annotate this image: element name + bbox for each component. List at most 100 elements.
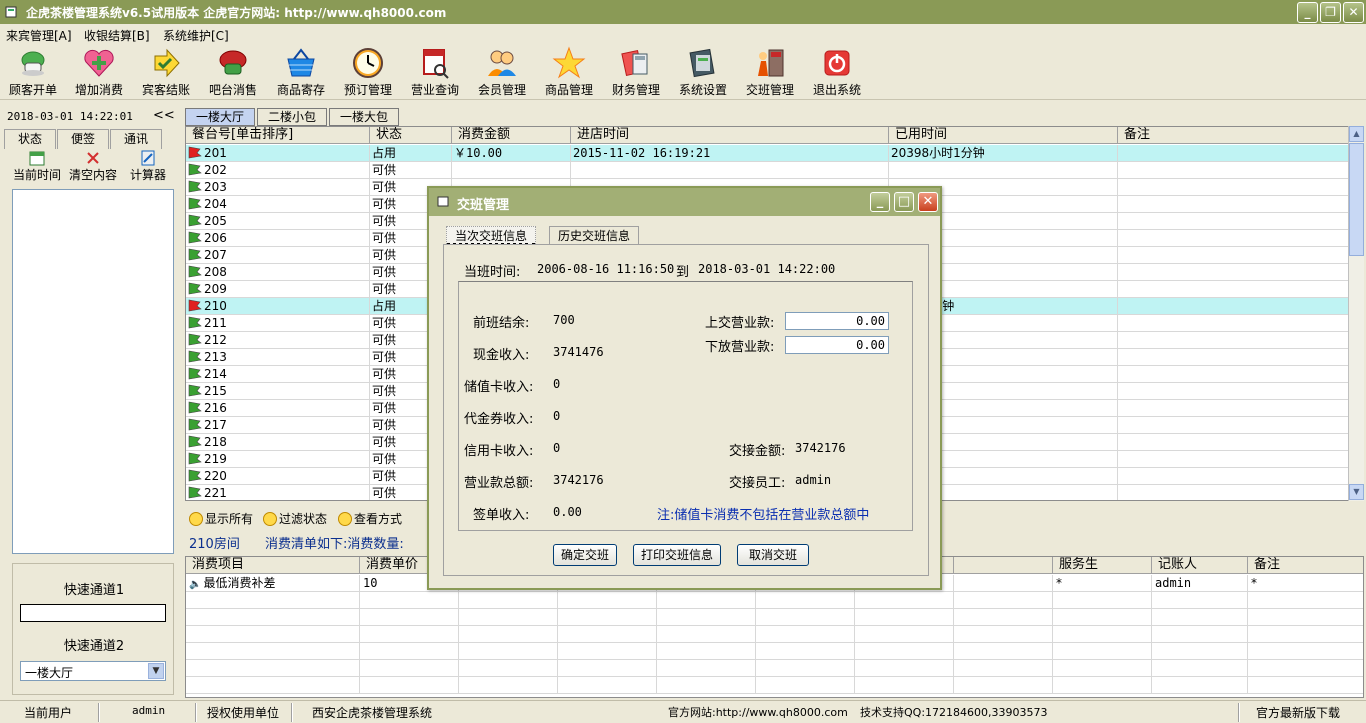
item-cell (186, 592, 360, 609)
tab-area-1f-large[interactable]: 一楼大包 (329, 108, 399, 126)
calculator-icon (141, 150, 155, 166)
col-checkin-time[interactable]: 进店时间 (571, 127, 889, 144)
col-bottom-note[interactable]: 备注 (1248, 557, 1363, 574)
blank-cell (954, 575, 1053, 592)
tool-business-query-button[interactable]: 营业查询 (402, 46, 468, 98)
note-cell (1248, 626, 1363, 643)
current-time-button[interactable]: 当前时间 (13, 150, 61, 183)
status-support: 技术支持QQ:172184600,33903573 (860, 706, 1048, 719)
view-mode-button[interactable]: 查看方式 (338, 510, 402, 527)
tool-add-consumption-button[interactable]: 增加消费 (66, 46, 132, 98)
blank-cell (459, 592, 558, 609)
shift-time-label: 当班时间: (464, 265, 521, 280)
status-cell: 可供 (370, 162, 452, 179)
tab-contacts[interactable]: 通讯 (110, 129, 162, 149)
scroll-thumb[interactable] (1349, 143, 1364, 256)
checkout-arrow-icon (154, 48, 180, 78)
tool-bar-sales-button[interactable]: 吧台消售 (200, 46, 266, 98)
tab-current-shift[interactable]: 当次交班信息 (446, 226, 537, 246)
menu-cashier[interactable]: 收银结算[B] (84, 27, 150, 44)
dialog-maximize-button[interactable]: □ (894, 192, 914, 212)
tool-checkout-button[interactable]: 宾客结账 (133, 46, 199, 98)
scroll-up-icon[interactable]: ▲ (1349, 126, 1364, 142)
tool-finance-button[interactable]: 财务管理 (603, 46, 669, 98)
clear-content-button[interactable]: 清空内容 (69, 150, 117, 183)
blank-cell (954, 643, 1053, 660)
blank-cell (558, 677, 657, 694)
note-cell (1118, 383, 1348, 400)
table-number-cell: 216 (186, 400, 370, 417)
col-waiter[interactable]: 服务生 (1053, 557, 1152, 574)
col-item[interactable]: 消费项目 (186, 557, 360, 574)
recorder-cell (1152, 677, 1248, 694)
status-download-link[interactable]: 官方最新版下载 (1256, 704, 1340, 722)
tool-storage-button[interactable]: 商品寄存 (268, 46, 334, 98)
tab-status[interactable]: 状态 (4, 129, 56, 149)
tool-exit-button[interactable]: 退出系统 (804, 46, 870, 98)
grid-scrollbar[interactable]: ▲ ▼ (1348, 126, 1364, 501)
restore-button[interactable]: ❐ (1320, 2, 1341, 23)
status-website[interactable]: 官方网站:http://www.qh8000.com (668, 704, 848, 722)
note-cell (1118, 213, 1348, 230)
status-user-label: 当前用户 (24, 706, 73, 720)
tool-goods-button[interactable]: 商品管理 (536, 46, 602, 98)
available-flag-icon (188, 350, 202, 363)
col-elapsed-time[interactable]: 已用时间 (889, 127, 1118, 144)
show-all-button[interactable]: 显示所有 (189, 510, 253, 527)
item-cell (186, 626, 360, 643)
filter-icon (263, 512, 277, 526)
scroll-down-icon[interactable]: ▼ (1349, 484, 1364, 500)
available-flag-icon (188, 282, 202, 295)
collapse-panel-button[interactable]: << (153, 108, 175, 123)
table-row[interactable]: 202 可供 (186, 162, 1348, 179)
available-flag-icon (188, 469, 202, 482)
quick1-label: 快速通道1 (63, 583, 125, 598)
notes-textarea[interactable] (12, 189, 174, 554)
cancel-shift-button[interactable]: 取消交班 (737, 544, 809, 566)
tab-notes[interactable]: 便签 (57, 129, 109, 149)
note-cell (1118, 451, 1348, 468)
col-note[interactable]: 备注 (1118, 127, 1348, 144)
table-number-cell: 220 (186, 468, 370, 485)
handover-input[interactable]: 0.00 (785, 312, 889, 330)
tab-area-2f-small[interactable]: 二楼小包 (257, 108, 327, 126)
blank-cell (459, 609, 558, 626)
table-number-cell: 203 (186, 179, 370, 196)
table-row[interactable]: 201 占用 ￥10.00 2015-11-02 16:19:21 20398小时1分钟 (186, 145, 1348, 162)
tab-area-1f-hall[interactable]: 一楼大厅 (185, 108, 255, 126)
quick2-select[interactable]: 一楼大厅 ▼ (20, 661, 166, 681)
calculator-button[interactable]: 计算器 (130, 150, 166, 183)
print-shift-button[interactable]: 打印交班信息 (633, 544, 721, 566)
price-cell (360, 677, 459, 694)
tab-history-shift[interactable]: 历史交班信息 (549, 226, 640, 246)
sign-bill-value: 0.00 (553, 505, 582, 519)
blank-cell (855, 609, 954, 626)
show-all-icon (189, 512, 203, 526)
tool-shift-button[interactable]: 交班管理 (737, 46, 803, 98)
col-table-number[interactable]: 餐台号[单击排序] (186, 127, 370, 144)
blank-cell (657, 643, 756, 660)
confirm-shift-button[interactable]: 确定交班 (553, 544, 617, 566)
close-button[interactable]: ✕ (1343, 2, 1364, 23)
room-info: 210房间 (189, 537, 240, 552)
minimize-button[interactable]: _ (1297, 2, 1318, 23)
release-input[interactable]: 0.00 (785, 336, 889, 354)
power-icon (824, 50, 850, 76)
filter-status-button[interactable]: 过滤状态 (263, 510, 327, 527)
chevron-down-icon[interactable]: ▼ (148, 663, 164, 679)
col-status[interactable]: 状态 (370, 127, 452, 144)
menu-system-maintenance[interactable]: 系统维护[C] (163, 27, 229, 44)
col-recorder[interactable]: 记账人 (1152, 557, 1248, 574)
tool-settings-button[interactable]: 系统设置 (670, 46, 736, 98)
note-cell (1248, 592, 1363, 609)
menu-guest-management[interactable]: 来宾管理[A] (6, 27, 72, 44)
shift-info-panel: 当班时间: 2006-08-16 11:16:50 到 2018-03-01 1… (443, 244, 929, 576)
tool-reservation-button[interactable]: 预订管理 (335, 46, 401, 98)
dialog-close-button[interactable]: ✕ (918, 192, 938, 212)
tool-open-order-button[interactable]: 顾客开单 (0, 46, 66, 98)
tool-member-button[interactable]: 会员管理 (469, 46, 535, 98)
col-amount[interactable]: 消费金额 (452, 127, 571, 144)
dialog-minimize-button[interactable]: _ (870, 192, 890, 212)
quick1-input[interactable] (20, 604, 166, 622)
clear-x-icon (87, 152, 99, 164)
